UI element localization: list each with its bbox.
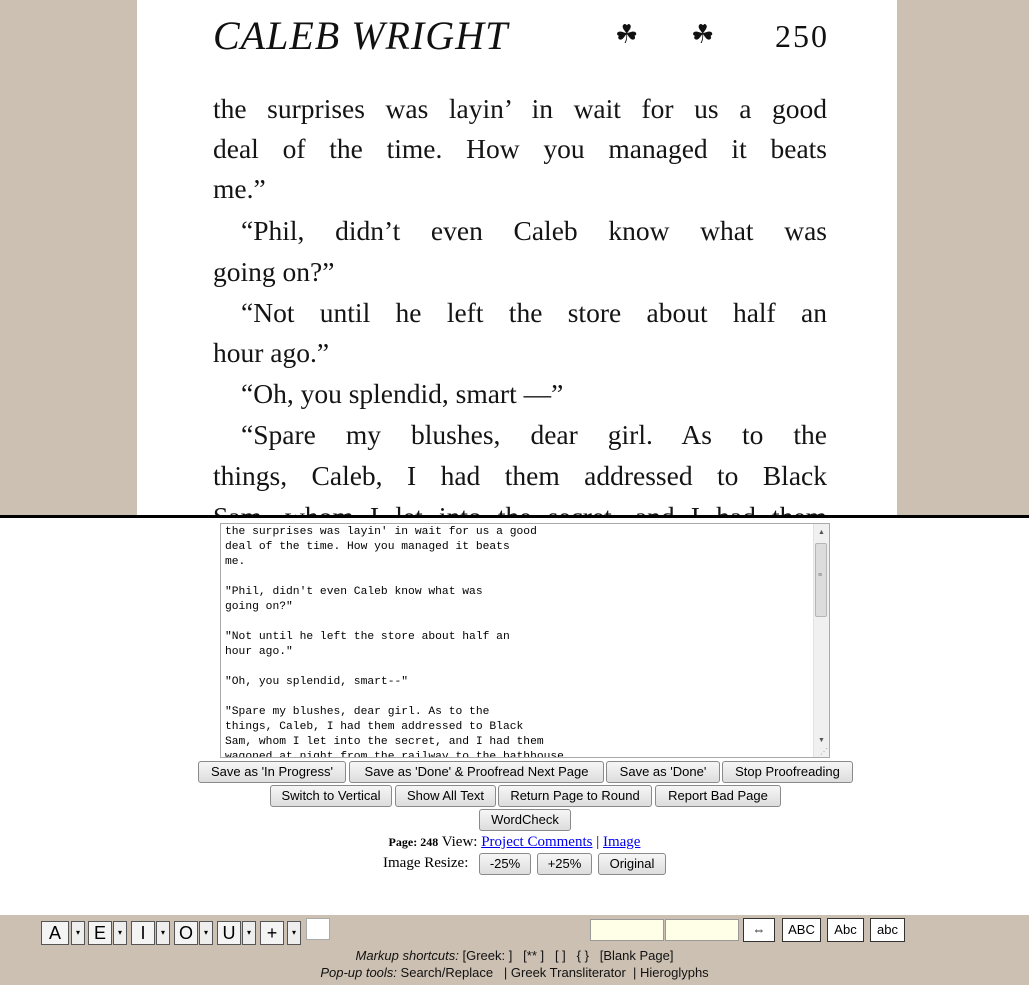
chevron-down-icon[interactable]: ▾ — [199, 921, 213, 945]
wordcheck-button[interactable]: WordCheck — [479, 809, 571, 831]
titlecase-button[interactable]: Abc — [827, 918, 864, 942]
uppercase-button[interactable]: ABC — [782, 918, 821, 942]
popup-label: Pop-up tools: — [320, 965, 397, 980]
original-size-button[interactable]: Original — [598, 853, 666, 875]
scrollbar[interactable]: ▲ ≡ ▼ — [813, 524, 829, 757]
scan-text-line: “Spare my blushes, dear girl. As to the — [241, 419, 827, 450]
char-plus-button[interactable]: + — [260, 921, 284, 945]
scan-text-line: “Not until he left the store about half … — [241, 297, 827, 328]
markup-shortcuts: Markup shortcuts: [Greek: ] [** ] [ ] { … — [0, 948, 1029, 963]
chevron-down-icon[interactable]: ▾ — [113, 921, 127, 945]
markup-items[interactable]: [Greek: ] [** ] [ ] { } [Blank Page] — [462, 948, 673, 963]
proofreading-textarea[interactable]: the surprises was layin' in wait for us … — [220, 523, 830, 758]
scan-text-line: “Phil, didn’t even Caleb know what was — [241, 215, 827, 246]
scan-page-number: 250 — [775, 18, 829, 54]
chevron-down-icon[interactable]: ▾ — [156, 921, 170, 945]
switch-vertical-button[interactable]: Switch to Vertical — [270, 785, 392, 807]
return-page-button[interactable]: Return Page to Round — [498, 785, 652, 807]
search-field[interactable] — [590, 919, 664, 941]
save-done-next-button[interactable]: Save as 'Done' & Proofread Next Page — [349, 761, 604, 783]
scan-text-line: Sam, whom I let into the secret, and I h… — [213, 500, 827, 515]
page-image-pane: CALEB WRIGHT ☘ ☘ 250 the surprises was l… — [0, 0, 1029, 515]
page-number-label: Page: 248 — [388, 835, 439, 849]
chevron-down-icon[interactable]: ▾ — [287, 921, 301, 945]
scan-text-line: “Oh, you splendid, smart —” — [241, 378, 564, 409]
image-resize-label: Image Resize: — [383, 855, 469, 871]
scan-text-line: deal of the time. How you managed it bea… — [213, 133, 827, 164]
scan-running-header: CALEB WRIGHT ☘ ☘ 250 — [213, 12, 829, 62]
scan-text-line: me.” — [213, 173, 266, 204]
search-replace-link[interactable]: Search/Replace — [401, 965, 494, 980]
grip-icon: ≡ — [818, 572, 823, 579]
scanned-page-image: CALEB WRIGHT ☘ ☘ 250 the surprises was l… — [137, 0, 897, 515]
popup-tools: Pop-up tools: Search/Replace | Greek Tra… — [0, 965, 1029, 980]
replace-field[interactable] — [665, 919, 739, 941]
chevron-down-icon[interactable]: ▾ — [71, 921, 85, 945]
scan-text-line: going on?” — [213, 256, 335, 287]
char-o-button[interactable]: O — [174, 921, 198, 945]
scroll-thumb[interactable]: ≡ — [815, 543, 827, 617]
char-u-button[interactable]: U — [217, 921, 241, 945]
char-a-button[interactable]: A — [41, 921, 69, 945]
zoom-in-button[interactable]: +25% — [537, 853, 592, 875]
ornament-icon: ☘ — [615, 20, 639, 49]
link-separator: | — [596, 834, 600, 850]
scan-text-line: the surprises was layin’ in wait for us … — [213, 93, 827, 124]
separator: | — [503, 965, 508, 980]
save-done-button[interactable]: Save as 'Done' — [606, 761, 720, 783]
scan-text-line: things, Caleb, I had them addressed to B… — [213, 460, 827, 491]
char-i-button[interactable]: I — [131, 921, 155, 945]
char-e-button[interactable]: E — [88, 921, 112, 945]
lowercase-button[interactable]: abc — [870, 918, 905, 942]
ornament-icon: ☘ — [691, 20, 715, 49]
proofreading-text[interactable]: the surprises was layin' in wait for us … — [221, 524, 829, 757]
separator: | — [633, 965, 637, 980]
save-in-progress-button[interactable]: Save as 'In Progress' — [198, 761, 346, 783]
swap-icon[interactable]: ⇔ — [743, 918, 775, 942]
pane-divider[interactable] — [0, 515, 1029, 518]
view-label: View: — [441, 834, 478, 850]
chevron-down-icon[interactable]: ▾ — [242, 921, 256, 945]
scan-title: CALEB WRIGHT — [213, 13, 509, 58]
zoom-out-button[interactable]: -25% — [479, 853, 531, 875]
project-comments-link[interactable]: Project Comments — [481, 834, 592, 850]
stop-proofreading-button[interactable]: Stop Proofreading — [722, 761, 853, 783]
scroll-up-arrow-icon[interactable]: ▲ — [814, 524, 829, 541]
resize-grip-icon[interactable]: ⋰ — [820, 748, 828, 756]
hieroglyphs-link[interactable]: Hieroglyphs — [640, 965, 709, 980]
bottom-toolbar: A ▾ E ▾ I ▾ O ▾ U ▾ + ▾ ⇔ ABC Abc abc Ma… — [0, 915, 1029, 985]
show-all-text-button[interactable]: Show All Text — [395, 785, 496, 807]
page-info: Page: 248 View: Project Comments | Image — [0, 834, 1029, 851]
image-link[interactable]: Image — [603, 834, 640, 850]
character-input[interactable] — [306, 918, 330, 940]
report-bad-page-button[interactable]: Report Bad Page — [655, 785, 781, 807]
scan-text-line: hour ago.” — [213, 337, 330, 368]
greek-transliterator-link[interactable]: Greek Transliterator — [511, 965, 626, 980]
markup-label: Markup shortcuts: — [355, 948, 459, 963]
